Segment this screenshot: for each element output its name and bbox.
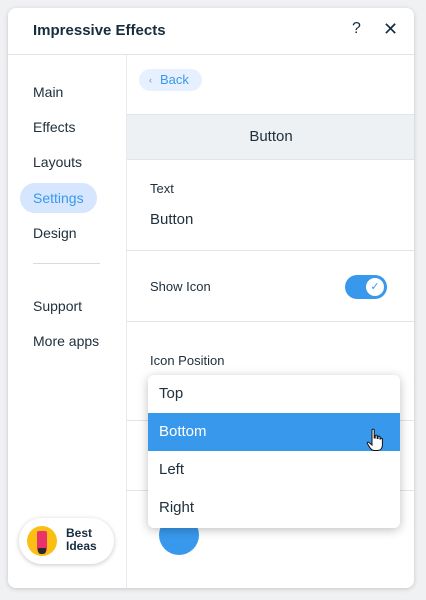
sidebar-divider [33, 263, 100, 264]
sidebar-item-main[interactable]: Main [20, 77, 76, 107]
sidebar-item-more-apps[interactable]: More apps [20, 326, 112, 356]
sidebar: Main Effects Layouts Settings Design Sup… [8, 55, 126, 588]
panel-title: Impressive Effects [33, 22, 166, 39]
chevron-left-icon: ‹ [149, 75, 152, 85]
show-icon-toggle[interactable]: ✓ [345, 275, 387, 299]
help-icon[interactable]: ? [352, 20, 361, 38]
sidebar-item-design[interactable]: Design [20, 218, 90, 248]
sidebar-item-effects[interactable]: Effects [20, 112, 89, 142]
option-right[interactable]: Right [148, 489, 400, 527]
lightbulb-icon [27, 526, 57, 556]
section-title: Button [127, 114, 414, 160]
icon-position-label: Icon Position [150, 353, 225, 368]
back-label: Back [160, 72, 189, 87]
best-ideas-line2: Ideas [66, 539, 97, 553]
best-ideas-line1: Best [66, 526, 93, 540]
hand-cursor-icon [366, 428, 383, 451]
best-ideas-button[interactable]: Best Ideas [19, 518, 114, 564]
text-field-label: Text [150, 181, 174, 196]
option-top[interactable]: Top [148, 375, 400, 413]
sidebar-item-support[interactable]: Support [20, 291, 95, 321]
show-icon-label: Show Icon [150, 279, 211, 294]
back-button[interactable]: ‹ Back [139, 69, 202, 91]
sidebar-item-settings[interactable]: Settings [20, 183, 97, 213]
text-field-input[interactable]: Button [150, 211, 193, 228]
divider [127, 250, 414, 251]
option-left[interactable]: Left [148, 451, 400, 489]
icon-position-dropdown: Top Bottom Left Right [148, 375, 400, 528]
panel-header: Impressive Effects ? ✕ [8, 8, 414, 55]
best-ideas-label: Best Ideas [66, 527, 97, 553]
check-icon: ✓ [366, 278, 384, 296]
close-icon[interactable]: ✕ [383, 19, 398, 40]
divider [127, 321, 414, 322]
option-bottom[interactable]: Bottom [148, 413, 400, 451]
sidebar-item-layouts[interactable]: Layouts [20, 147, 95, 177]
